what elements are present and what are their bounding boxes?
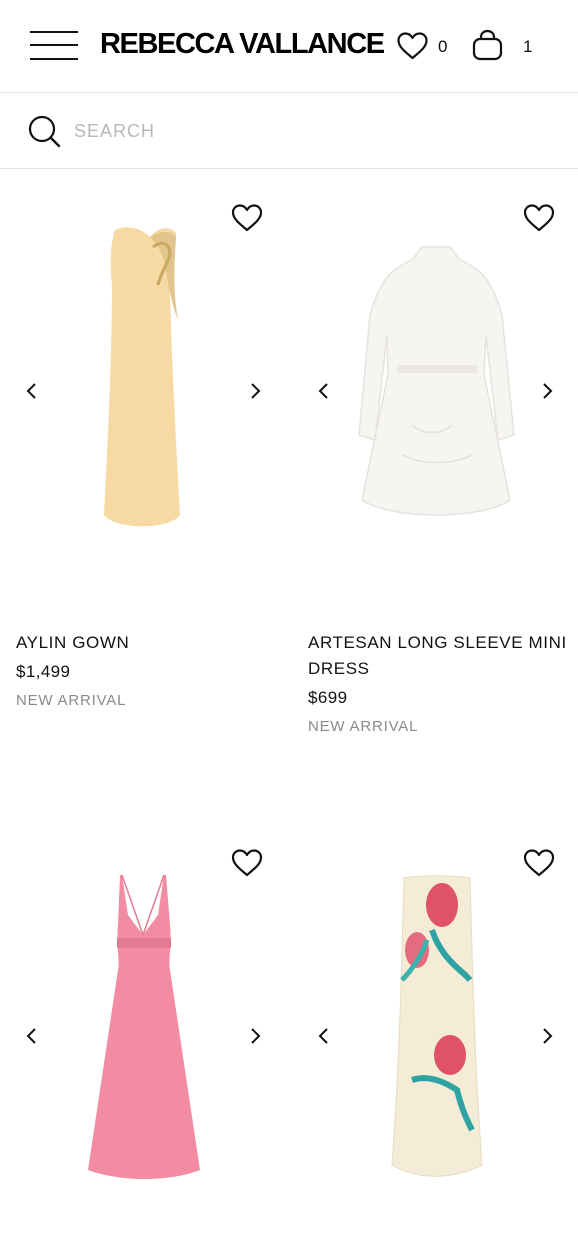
new-arrival-badge: NEW ARRIVAL <box>308 718 419 735</box>
chevron-right-icon[interactable] <box>247 1027 263 1045</box>
product-info: AYLIN GOWN $1,499 NEW ARRIVAL <box>16 630 278 711</box>
product-price: $699 <box>308 688 348 707</box>
product-image-carousel[interactable] <box>292 185 578 595</box>
product-image[interactable] <box>292 830 578 1250</box>
top-header: REBECCA VALLANCE 0 1 <box>0 0 578 93</box>
product-image[interactable] <box>0 830 289 1250</box>
product-image[interactable] <box>0 185 289 585</box>
chevron-left-icon[interactable] <box>24 1027 40 1045</box>
wishlist-heart-icon[interactable] <box>523 203 555 233</box>
product-image-carousel[interactable] <box>292 830 578 1240</box>
chevron-left-icon[interactable] <box>24 382 40 400</box>
product-name[interactable]: ARTESAN LONG SLEEVE MINI DRESS <box>308 630 570 682</box>
search-input[interactable] <box>74 116 544 146</box>
product-image-carousel[interactable] <box>0 185 289 595</box>
wishlist-heart-icon[interactable] <box>231 848 263 878</box>
product-image-carousel[interactable] <box>0 830 289 1240</box>
wishlist-heart-icon[interactable] <box>231 203 263 233</box>
product-price: $1,499 <box>16 662 71 681</box>
hamburger-menu-icon[interactable] <box>30 29 80 63</box>
search-bar <box>0 94 578 169</box>
product-info: ARTESAN LONG SLEEVE MINI DRESS $699 NEW … <box>308 630 570 737</box>
brand-logo[interactable]: REBECCA VALLANCE <box>100 28 385 61</box>
new-arrival-badge: NEW ARRIVAL <box>16 692 127 709</box>
wishlist-heart-icon[interactable] <box>523 848 555 878</box>
chevron-right-icon[interactable] <box>539 382 555 400</box>
product-name[interactable]: AYLIN GOWN <box>16 630 278 656</box>
chevron-left-icon[interactable] <box>316 382 332 400</box>
chevron-left-icon[interactable] <box>316 1027 332 1045</box>
chevron-right-icon[interactable] <box>539 1027 555 1045</box>
shopping-bag-icon[interactable] <box>471 29 504 62</box>
wishlist-heart-icon[interactable] <box>396 31 429 61</box>
wishlist-count: 0 <box>438 37 448 56</box>
bag-count: 1 <box>523 37 533 56</box>
product-image[interactable] <box>292 185 578 585</box>
search-icon[interactable] <box>27 114 61 148</box>
chevron-right-icon[interactable] <box>247 382 263 400</box>
